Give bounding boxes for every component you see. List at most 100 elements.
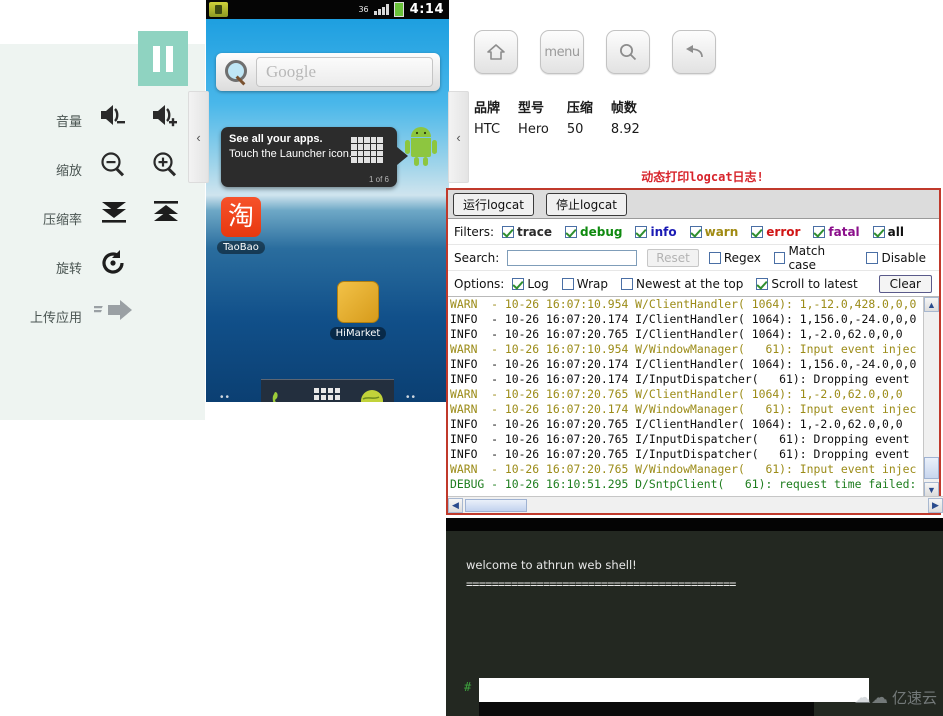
value-model: Hero bbox=[518, 122, 549, 137]
option-wrap[interactable]: Wrap bbox=[561, 277, 608, 291]
volume-up-icon[interactable] bbox=[140, 101, 192, 141]
logcat-output-list[interactable]: WARN - 10-26 16:07:10.954 W/ClientHandle… bbox=[448, 296, 939, 497]
filter-label-info: info bbox=[650, 224, 677, 239]
checkbox-log[interactable] bbox=[512, 277, 525, 290]
compress-down-icon[interactable] bbox=[88, 199, 140, 239]
device-screen[interactable]: 36 4:14 Google See all your apps. Touch … bbox=[206, 0, 449, 402]
zoom-out-icon[interactable] bbox=[88, 150, 140, 190]
compress-up-icon[interactable] bbox=[140, 199, 192, 239]
app-drawer-button[interactable] bbox=[314, 388, 341, 402]
option-regex[interactable]: Regex bbox=[708, 251, 761, 265]
logcat-horizontal-scrollbar[interactable]: ◀ ▶ bbox=[448, 496, 943, 513]
reset-button[interactable]: Reset bbox=[647, 248, 699, 267]
logcat-line: WARN - 10-26 16:07:10.954 W/WindowManage… bbox=[450, 342, 917, 356]
phone-icon[interactable] bbox=[270, 388, 296, 402]
checkbox-newest-top[interactable] bbox=[621, 277, 634, 290]
checkbox-disable[interactable] bbox=[866, 251, 879, 264]
option-label-newest-top: Newest at the top bbox=[636, 276, 744, 291]
back-button[interactable] bbox=[672, 30, 716, 74]
checkbox-info[interactable] bbox=[635, 225, 648, 238]
stop-logcat-button[interactable]: 停止logcat bbox=[545, 192, 627, 216]
cloud-icon: ☁☁ bbox=[853, 687, 888, 707]
signal-icon bbox=[373, 4, 389, 15]
google-search-input[interactable]: Google bbox=[256, 57, 433, 87]
run-logcat-button[interactable]: 运行logcat bbox=[453, 192, 534, 216]
logcat-options-row: Options: Log Wrap Newest at the top Scro… bbox=[448, 271, 939, 297]
app-icon-himarket[interactable]: HiMarket bbox=[328, 281, 388, 341]
zoom-in-icon[interactable] bbox=[140, 150, 192, 190]
control-row-zoom: 缩放 bbox=[0, 145, 205, 194]
vertical-scroll-thumb[interactable] bbox=[924, 457, 939, 479]
menu-button[interactable]: menu bbox=[540, 30, 584, 74]
shell-command-input[interactable] bbox=[479, 678, 869, 702]
option-log[interactable]: Log bbox=[512, 277, 549, 291]
shell-input-shadow bbox=[479, 702, 814, 716]
logcat-vertical-scrollbar[interactable]: ▲ ▼ bbox=[923, 297, 939, 497]
checkbox-error[interactable] bbox=[751, 225, 764, 238]
checkbox-match-case[interactable] bbox=[773, 251, 786, 264]
filter-trace[interactable]: trace bbox=[502, 225, 552, 239]
logcat-line: INFO - 10-26 16:07:20.174 I/ClientHandle… bbox=[450, 357, 917, 371]
scroll-left-arrow-icon[interactable]: ◀ bbox=[448, 497, 463, 513]
header-model: 型号 bbox=[518, 101, 545, 116]
control-row-compression: 压缩率 bbox=[0, 194, 205, 243]
checkbox-wrap[interactable] bbox=[561, 277, 574, 290]
search-icon bbox=[216, 53, 256, 91]
pause-button[interactable] bbox=[138, 31, 188, 86]
logcat-line: WARN - 10-26 16:07:10.954 W/ClientHandle… bbox=[450, 297, 917, 311]
option-newest-top[interactable]: Newest at the top bbox=[621, 277, 743, 291]
scroll-right-arrow-icon[interactable]: ▶ bbox=[928, 497, 943, 513]
filter-warn[interactable]: warn bbox=[689, 225, 738, 239]
home-button[interactable] bbox=[474, 30, 518, 74]
filter-error[interactable]: error bbox=[751, 225, 800, 239]
option-match-case[interactable]: Match case bbox=[773, 244, 854, 272]
android-status-bar: 36 4:14 bbox=[206, 0, 449, 19]
checkbox-regex[interactable] bbox=[708, 251, 721, 264]
checkbox-debug[interactable] bbox=[565, 225, 578, 238]
clear-button[interactable]: Clear bbox=[878, 274, 932, 293]
google-search-widget[interactable]: Google bbox=[216, 53, 440, 91]
checkbox-scroll-latest[interactable] bbox=[756, 277, 769, 290]
search-input[interactable] bbox=[507, 249, 638, 266]
filter-debug[interactable]: debug bbox=[565, 225, 622, 239]
filter-fatal[interactable]: fatal bbox=[813, 225, 860, 239]
himarket-tile bbox=[337, 281, 379, 323]
filter-all[interactable]: all bbox=[872, 224, 904, 239]
launcher-tip-bubble[interactable]: See all your apps. Touch the Launcher ic… bbox=[221, 127, 397, 187]
checkbox-trace[interactable] bbox=[502, 225, 515, 238]
home-dock bbox=[261, 379, 394, 402]
control-label-compression: 压缩率 bbox=[42, 213, 82, 228]
volume-down-icon[interactable] bbox=[88, 101, 140, 141]
app-icon-taobao[interactable]: 淘 TaoBao bbox=[211, 197, 271, 255]
filters-label: Filters: bbox=[454, 224, 495, 239]
home-screen-wallpaper: Google See all your apps. Touch the Laun… bbox=[206, 19, 449, 402]
filter-label-all: all bbox=[887, 224, 904, 239]
filter-info[interactable]: info bbox=[635, 224, 677, 239]
logcat-line: INFO - 10-26 16:07:20.765 I/ClientHandle… bbox=[450, 417, 903, 431]
scroll-down-arrow-icon[interactable]: ▼ bbox=[924, 482, 939, 497]
checkbox-all[interactable] bbox=[872, 225, 885, 238]
upload-spacer bbox=[140, 297, 192, 337]
scroll-up-arrow-icon[interactable]: ▲ bbox=[924, 297, 939, 312]
upload-arrow-icon[interactable] bbox=[88, 297, 140, 337]
checkbox-warn[interactable] bbox=[689, 225, 702, 238]
search-button[interactable] bbox=[606, 30, 650, 74]
control-label-zoom: 缩放 bbox=[55, 164, 82, 179]
option-disable[interactable]: Disable bbox=[866, 251, 926, 265]
collapse-left-panel-handle[interactable]: ‹ bbox=[188, 91, 209, 183]
option-scroll-latest[interactable]: Scroll to latest bbox=[756, 277, 858, 291]
checkbox-fatal[interactable] bbox=[813, 225, 826, 238]
shell-welcome-line: welcome to athrun web shell! bbox=[466, 558, 637, 572]
page-dots-left: •• bbox=[220, 392, 232, 402]
logcat-panel-title: 动态打印logcat日志! bbox=[641, 170, 764, 184]
logcat-line: INFO - 10-26 16:07:20.174 I/ClientHandle… bbox=[450, 312, 917, 326]
shell-divider-line: ========================================… bbox=[466, 577, 736, 591]
logcat-line: INFO - 10-26 16:07:20.765 I/ClientHandle… bbox=[450, 327, 903, 341]
collapse-right-panel-handle[interactable]: ‹ bbox=[448, 91, 469, 183]
rotate-icon[interactable] bbox=[88, 248, 140, 288]
network-indicator: 36 bbox=[358, 5, 369, 14]
browser-icon[interactable] bbox=[359, 388, 385, 402]
horizontal-scroll-thumb[interactable] bbox=[465, 498, 527, 512]
logcat-line: WARN - 10-26 16:07:20.765 W/WindowManage… bbox=[450, 462, 917, 476]
logcat-line: WARN - 10-26 16:07:20.765 W/ClientHandle… bbox=[450, 387, 903, 401]
